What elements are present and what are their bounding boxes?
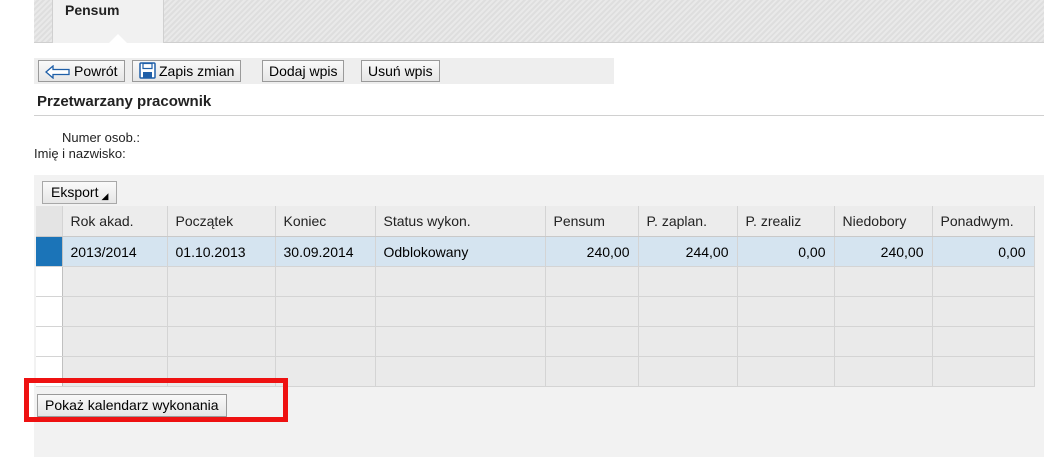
- table-cell[interactable]: 0,00: [737, 236, 835, 267]
- column-header[interactable]: P. zrealiz: [737, 206, 835, 237]
- tab-pensum[interactable]: Pensum: [52, 0, 164, 43]
- add-entry-button[interactable]: Dodaj wpis: [262, 60, 345, 82]
- table-cell[interactable]: [375, 266, 546, 297]
- table-cell[interactable]: [167, 326, 276, 357]
- pensum-table: Rok akad. Początek Koniec Status wykon. …: [36, 206, 1035, 387]
- table-cell[interactable]: [834, 356, 933, 387]
- floppy-disk-icon: [139, 62, 156, 79]
- table-cell[interactable]: [167, 296, 276, 327]
- select-all-cell[interactable]: [36, 206, 63, 237]
- column-header[interactable]: Status wykon.: [375, 206, 546, 237]
- table-cell[interactable]: 244,00: [638, 236, 738, 267]
- table-cell[interactable]: [932, 326, 1035, 357]
- column-header[interactable]: Początek: [167, 206, 276, 237]
- arrow-left-icon: [45, 64, 70, 80]
- export-button-label: Eksport: [51, 184, 99, 200]
- back-button[interactable]: Powrót: [38, 60, 125, 82]
- save-changes-button-label: Zapis zmian: [159, 63, 235, 79]
- column-header[interactable]: P. zaplan.: [638, 206, 738, 237]
- table-cell[interactable]: [375, 356, 546, 387]
- column-header[interactable]: Koniec: [275, 206, 376, 237]
- employee-number-label: Numer osob.:: [62, 130, 141, 145]
- save-changes-button[interactable]: Zapis zmian: [132, 60, 242, 82]
- table-cell[interactable]: [62, 266, 168, 297]
- table-cell[interactable]: [545, 266, 639, 297]
- table-cell[interactable]: 240,00: [834, 236, 933, 267]
- section-title: Przetwarzany pracownik: [37, 93, 212, 110]
- table-cell[interactable]: 01.10.2013: [167, 236, 276, 267]
- column-header[interactable]: Rok akad.: [62, 206, 168, 237]
- table-cell[interactable]: [375, 326, 546, 357]
- column-header[interactable]: Ponadwym.: [932, 206, 1035, 237]
- column-header[interactable]: Pensum: [545, 206, 639, 237]
- highlight-box: [24, 378, 288, 422]
- table-row-empty[interactable]: [36, 326, 1035, 357]
- tab-active-pointer: [109, 34, 127, 43]
- table-cell[interactable]: 2013/2014: [62, 236, 168, 267]
- table-cell[interactable]: 30.09.2014: [275, 236, 376, 267]
- table-cell[interactable]: [167, 266, 276, 297]
- tab-strip: Pensum: [34, 0, 1044, 43]
- table-cell[interactable]: [834, 296, 933, 327]
- table-cell[interactable]: [834, 326, 933, 357]
- table-cell[interactable]: [638, 296, 738, 327]
- tab-pensum-label: Pensum: [65, 2, 120, 18]
- table-cell[interactable]: [834, 266, 933, 297]
- table-cell[interactable]: [545, 296, 639, 327]
- toolbar: Powrót Zapis zmian Dodaj wpis Usuń wpis: [34, 58, 614, 84]
- table-cell[interactable]: [737, 266, 835, 297]
- delete-entry-button[interactable]: Usuń wpis: [361, 60, 440, 82]
- table-cell[interactable]: Odblokowany: [375, 236, 546, 267]
- table-cell[interactable]: [932, 266, 1035, 297]
- table-row-empty[interactable]: [36, 266, 1035, 297]
- table-cell[interactable]: [275, 266, 376, 297]
- table-cell[interactable]: [737, 296, 835, 327]
- export-button[interactable]: Eksport ◢: [42, 181, 118, 204]
- table-cell[interactable]: [62, 296, 168, 327]
- table-cell[interactable]: [737, 326, 835, 357]
- table-row-empty[interactable]: [36, 296, 1035, 327]
- employee-name-label: Imię i nazwisko:: [34, 146, 126, 161]
- table-cell[interactable]: [932, 356, 1035, 387]
- row-selector[interactable]: [36, 326, 63, 357]
- table-cell[interactable]: [545, 326, 639, 357]
- table-cell[interactable]: 0,00: [932, 236, 1035, 267]
- column-header[interactable]: Niedobory: [834, 206, 933, 237]
- table-cell[interactable]: [545, 356, 639, 387]
- row-selector[interactable]: [36, 266, 63, 297]
- table-cell[interactable]: [737, 356, 835, 387]
- table-cell[interactable]: [275, 356, 376, 387]
- table-cell[interactable]: [375, 296, 546, 327]
- employee-info-box: Numer osob.: Imię i nazwisko:: [34, 115, 1044, 176]
- table-cell[interactable]: [62, 326, 168, 357]
- row-selector[interactable]: [36, 296, 63, 327]
- table-cell[interactable]: [275, 326, 376, 357]
- table-cell[interactable]: [932, 296, 1035, 327]
- table-cell[interactable]: [275, 296, 376, 327]
- row-selector[interactable]: [36, 236, 63, 267]
- table-cell[interactable]: [638, 266, 738, 297]
- table-header-row: Rok akad. Początek Koniec Status wykon. …: [36, 206, 1035, 237]
- table-row[interactable]: 2013/2014 01.10.2013 30.09.2014 Odblokow…: [36, 236, 1035, 267]
- table-cell[interactable]: [638, 356, 738, 387]
- dropdown-corner-icon: ◢: [101, 191, 109, 201]
- table-cell[interactable]: 240,00: [545, 236, 639, 267]
- table-cell[interactable]: [638, 326, 738, 357]
- back-button-label: Powrót: [74, 63, 118, 79]
